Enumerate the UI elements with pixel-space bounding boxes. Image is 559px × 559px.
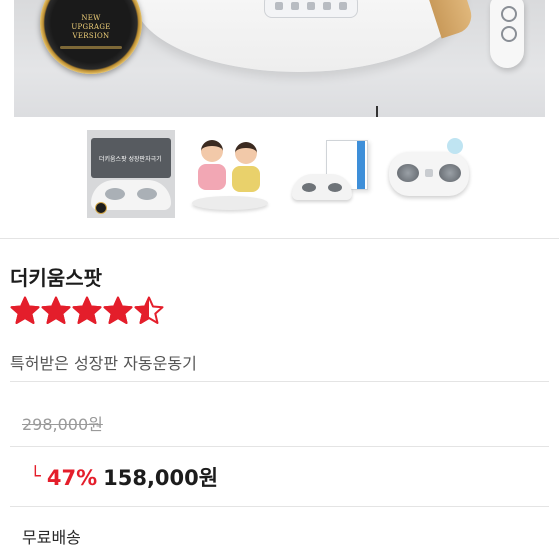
thumbnail-4-device xyxy=(389,152,469,196)
star-icon xyxy=(41,296,71,324)
original-price: 298,000원 xyxy=(22,415,103,434)
thumbnail-1-banner: 더키움스팟 성장판자극기 xyxy=(91,138,171,178)
discount-rate: 47% xyxy=(46,466,98,490)
sale-price-row: └ 47% 158,000원 xyxy=(30,462,218,492)
badge-line-3: VERSION xyxy=(72,32,110,40)
product-title: 더키움스팟 xyxy=(10,266,102,290)
star-icon xyxy=(72,296,102,324)
thumbnail-3-device xyxy=(292,174,352,200)
discount-arrow-icon: └ xyxy=(30,466,41,487)
remote-control-image xyxy=(490,0,524,68)
badge-line-2: UPGRAGE xyxy=(71,23,111,31)
child-figure-2 xyxy=(232,142,260,192)
product-description: 특허받은 성장판 자동운동기 xyxy=(10,354,197,373)
badge-underline xyxy=(60,46,122,49)
star-icon xyxy=(10,296,40,324)
star-icon xyxy=(103,296,133,324)
section-divider xyxy=(10,446,549,447)
power-cord-image xyxy=(376,106,378,117)
child-figure-1 xyxy=(198,140,226,190)
thumbnail-1[interactable]: 더키움스팟 성장판자극기 xyxy=(87,130,175,218)
control-panel-image xyxy=(264,0,358,18)
section-divider xyxy=(10,381,549,382)
thumbnail-2-device xyxy=(192,196,268,210)
section-divider xyxy=(10,506,549,507)
star-icon xyxy=(134,296,164,324)
thumbnail-1-badge-icon xyxy=(95,202,107,214)
thumbnail-1-caption: 더키움스팟 성장판자극기 xyxy=(99,156,162,163)
shipping-info: 무료배송 xyxy=(22,528,81,547)
thumbnail-gallery: 더키움스팟 성장판자극기 xyxy=(87,130,477,218)
badge-line-1: NEW xyxy=(81,14,101,22)
zoom-detail-icon xyxy=(447,138,463,154)
thumbnail-3[interactable] xyxy=(286,130,374,218)
thumbnail-2[interactable] xyxy=(186,130,274,218)
thumbnail-4[interactable] xyxy=(385,130,473,218)
sale-price: 158,000원 xyxy=(103,466,219,490)
section-divider xyxy=(0,238,559,239)
